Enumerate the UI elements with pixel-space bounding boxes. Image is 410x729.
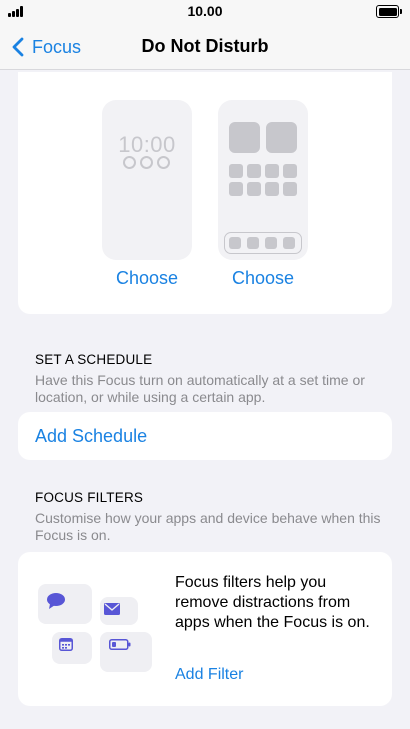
schedule-section-header: SET A SCHEDULE: [35, 352, 153, 367]
message-icon: [47, 593, 65, 609]
filters-section-description: Customise how your apps and device behav…: [35, 510, 381, 543]
status-time: 10.00: [187, 3, 223, 19]
focus-filter-info-text: Focus filters help you remove distractio…: [175, 574, 370, 631]
calendar-tile: [52, 632, 92, 664]
battery-tile: [100, 632, 152, 672]
battery-icon: [376, 5, 402, 18]
add-schedule-button[interactable]: Add Schedule: [35, 426, 147, 447]
screen-preview-card: 10:00 Choose Choose: [18, 72, 392, 314]
focus-filter-card: Focus filters help you remove distractio…: [18, 552, 392, 706]
schedule-section-description: Have this Focus turn on automatically at…: [35, 372, 365, 405]
navigation-bar: Focus Do Not Disturb: [0, 24, 410, 70]
lock-screen-preview[interactable]: 10:00: [102, 100, 192, 260]
lock-screen-widgets: [123, 156, 170, 169]
home-screen-preview[interactable]: [218, 100, 308, 260]
lock-screen-choose-link[interactable]: Choose: [102, 268, 192, 289]
message-tile: [38, 584, 92, 624]
page-title: Do Not Disturb: [141, 36, 269, 56]
filters-section-header: FOCUS FILTERS: [35, 490, 144, 505]
calendar-icon: [59, 638, 73, 651]
battery-tile-icon: [109, 639, 131, 650]
mail-icon: [104, 603, 120, 615]
add-filter-button[interactable]: Add Filter: [175, 666, 243, 684]
lock-screen-time: 10:00: [118, 132, 176, 157]
dock: [224, 232, 302, 254]
schedule-card: Add Schedule: [18, 412, 392, 460]
status-bar: 10.00: [0, 0, 410, 24]
mail-tile: [100, 597, 138, 625]
home-screen-choose-link[interactable]: Choose: [218, 268, 308, 289]
